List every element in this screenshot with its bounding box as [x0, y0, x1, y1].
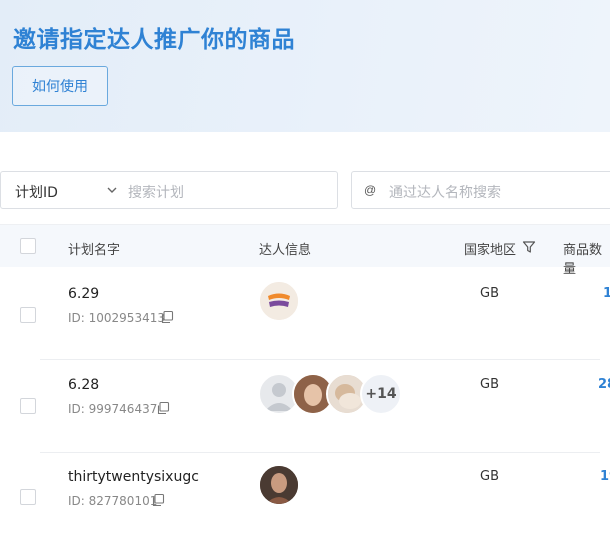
creator-photo-icon	[260, 466, 298, 504]
row-checkbox[interactable]	[20, 489, 36, 505]
product-count[interactable]: 19	[600, 469, 610, 484]
plan-filter-box: 计划ID 搜索计划	[0, 171, 338, 209]
table-header: 计划名字 达人信息 国家地区 商品数量	[0, 224, 610, 277]
candy-fish-logo-icon	[260, 282, 298, 320]
plan-search-input[interactable]: 搜索计划	[128, 182, 184, 202]
table-row[interactable]: thirtytwentysixugc ID: 827780101 GB 19	[0, 453, 610, 540]
plan-name: 6.28	[68, 377, 100, 393]
country-value: GB	[480, 286, 499, 301]
creator-avatar[interactable]	[258, 464, 300, 506]
select-all-checkbox[interactable]	[20, 238, 36, 254]
copy-icon[interactable]	[151, 493, 165, 507]
product-count[interactable]: 1	[603, 286, 610, 301]
at-icon: @	[364, 183, 377, 197]
col-creator-info: 达人信息	[259, 243, 312, 258]
col-country: 国家地区	[464, 243, 517, 258]
row-checkbox[interactable]	[20, 398, 36, 414]
more-creators-badge[interactable]: +14	[360, 373, 402, 415]
copy-icon[interactable]	[160, 310, 174, 324]
plan-name: 6.29	[68, 286, 100, 302]
plan-id: ID: 999746437	[68, 402, 158, 416]
country-value: GB	[480, 377, 499, 392]
table-row[interactable]: 6.29 ID: 1002953413 GB 1	[0, 267, 610, 359]
col-plan-name: 计划名字	[68, 243, 121, 258]
plan-id-select[interactable]: 计划ID	[15, 182, 58, 202]
plan-id: ID: 827780101	[68, 494, 158, 508]
row-checkbox[interactable]	[20, 307, 36, 323]
chevron-down-icon[interactable]	[106, 184, 118, 196]
table-row[interactable]: 6.28 ID: 999746437 +14 GB 28	[0, 360, 610, 452]
filter-icon[interactable]	[522, 240, 536, 254]
page-title: 邀请指定达人推广你的商品	[13, 27, 295, 53]
copy-icon[interactable]	[156, 401, 170, 415]
candy-fish-logo-avatar[interactable]	[258, 280, 300, 322]
product-count[interactable]: 28	[598, 377, 610, 392]
plan-id: ID: 1002953413	[68, 311, 165, 325]
plan-name: thirtytwentysixugc	[68, 469, 199, 485]
how-to-use-button[interactable]: 如何使用	[12, 66, 108, 106]
creator-search-field[interactable]: @ 通过达人名称搜索	[351, 171, 610, 209]
creator-search-input[interactable]: 通过达人名称搜索	[389, 182, 501, 202]
hero-banner: 邀请指定达人推广你的商品 如何使用	[0, 0, 610, 132]
country-value: GB	[480, 469, 499, 484]
